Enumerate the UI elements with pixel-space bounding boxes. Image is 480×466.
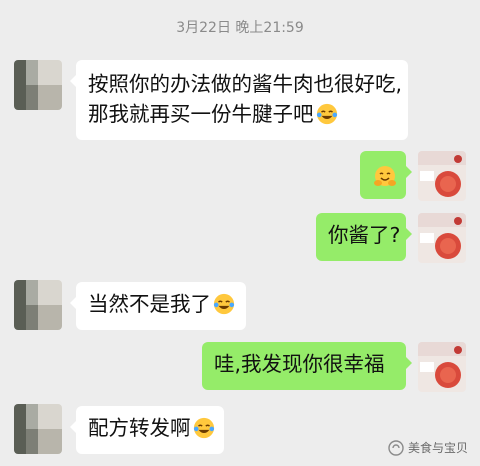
message-bubble[interactable]: 配方转发啊 (70, 406, 224, 454)
hug-emoji-icon (374, 166, 396, 186)
message-bubble[interactable] (360, 151, 412, 199)
message-text: 当然不是我了 (88, 292, 211, 316)
self-avatar[interactable] (418, 151, 466, 201)
message-bubble[interactable]: 当然不是我了 (70, 282, 246, 330)
message-row: 按照你的办法做的酱牛肉也很好吃, 那我就再买一份牛腱子吧 (0, 60, 480, 140)
contact-avatar[interactable] (14, 280, 62, 330)
wechat-official-account-icon (388, 439, 404, 456)
message-text-line: 那我就再买一份牛腱子吧 (88, 99, 396, 129)
self-avatar[interactable] (418, 342, 466, 392)
contact-avatar[interactable] (14, 404, 62, 454)
message-text: 配方转发啊 (88, 416, 191, 440)
laugh-cry-emoji-icon (213, 293, 235, 315)
laugh-cry-emoji-icon (316, 103, 337, 125)
laugh-cry-emoji-icon (193, 417, 214, 439)
message-text-line: 按照你的办法做的酱牛肉也很好吃, (88, 72, 403, 96)
message-text: 你酱了? (328, 223, 401, 247)
message-bubble[interactable]: 你酱了? (316, 213, 412, 261)
message-bubble[interactable]: 按照你的办法做的酱牛肉也很好吃, 那我就再买一份牛腱子吧 (70, 60, 408, 140)
contact-avatar[interactable] (14, 60, 62, 110)
message-row: 当然不是我了 (0, 280, 480, 330)
message-row: 哇,我发现你很幸福 (0, 342, 480, 392)
message-text: 哇,我发现你很幸福 (214, 352, 385, 376)
watermark: 美食与宝贝 (388, 439, 468, 456)
message-row: 你酱了? (0, 213, 480, 263)
chat-timestamp: 3月22日 晚上21:59 (176, 20, 304, 36)
watermark-text: 美食与宝贝 (407, 441, 468, 455)
message-row (0, 151, 480, 201)
self-avatar[interactable] (418, 213, 466, 263)
message-bubble[interactable]: 哇,我发现你很幸福 (202, 342, 412, 390)
